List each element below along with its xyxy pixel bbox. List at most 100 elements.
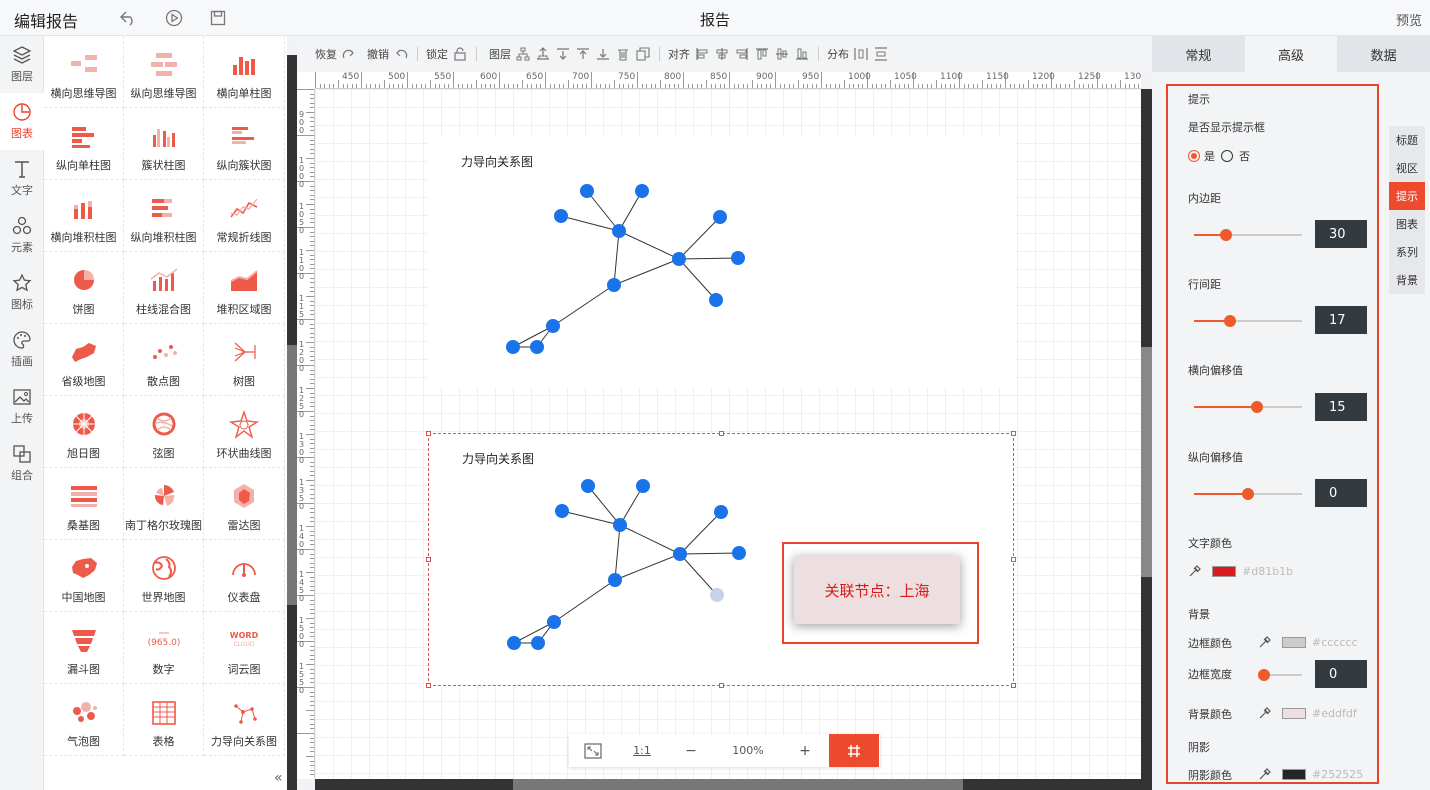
canvas-horizontal-scrollbar[interactable] [315, 779, 1152, 790]
graph-node[interactable] [580, 184, 594, 198]
graph-node[interactable] [506, 340, 520, 354]
rail-icons[interactable]: 图标 [0, 264, 44, 321]
align-hcenter-icon[interactable] [714, 46, 730, 62]
graph-node[interactable] [530, 340, 544, 354]
zoom-in-button[interactable]: + [781, 734, 829, 767]
rail-upload[interactable]: 上传 [0, 378, 44, 435]
chart-type-item[interactable]: 横向单柱图 [204, 36, 285, 108]
force-graph-chart-1[interactable]: 力导向关系图 [428, 137, 1015, 387]
distribute-v-icon[interactable] [873, 46, 889, 62]
chart-type-item[interactable]: 纵向思维导图 [124, 36, 204, 108]
graph-node[interactable] [713, 210, 727, 224]
graph-node[interactable] [554, 209, 568, 223]
chart-type-item[interactable]: 横向思维导图 [44, 36, 124, 108]
save-icon[interactable] [208, 8, 228, 28]
chart-type-item[interactable]: 漏斗图 [44, 612, 124, 684]
h-offset-input[interactable]: 15 [1315, 393, 1367, 421]
chart-type-item[interactable]: 气泡图 [44, 684, 124, 756]
chart-type-item[interactable]: 纵向堆积柱图 [124, 180, 204, 252]
grid-toggle-button[interactable] [829, 734, 879, 767]
collapse-panel-icon[interactable]: « [274, 770, 283, 786]
resize-handle[interactable] [426, 683, 431, 688]
side-tab-viewport[interactable]: 视区 [1389, 154, 1425, 182]
chart-type-item[interactable]: 纵向簇状图 [204, 108, 285, 180]
line-height-input[interactable]: 17 [1315, 306, 1367, 334]
eyedropper-icon[interactable] [1188, 564, 1202, 578]
v-offset-slider[interactable] [1194, 488, 1302, 500]
align-bottom-icon[interactable] [794, 46, 810, 62]
shadow-color-picker[interactable]: #252525 [1258, 767, 1363, 781]
graph-node[interactable] [581, 479, 595, 493]
border-color-picker[interactable]: #cccccc [1258, 635, 1358, 649]
resize-handle[interactable] [719, 431, 724, 436]
bring-up-icon[interactable] [535, 46, 551, 62]
back-icon[interactable] [118, 8, 138, 28]
graph-node[interactable] [732, 546, 746, 560]
eyedropper-icon[interactable] [1258, 635, 1272, 649]
graph-node[interactable] [635, 184, 649, 198]
graph-node[interactable] [546, 319, 560, 333]
color-swatch[interactable] [1282, 707, 1306, 719]
zoom-out-button[interactable]: − [667, 734, 715, 767]
chart-type-item[interactable]: 树图 [204, 324, 285, 396]
chart-type-item[interactable]: 仪表盘 [204, 540, 285, 612]
layer-tree-icon[interactable] [515, 46, 531, 62]
chart-type-item[interactable]: 世界地图 [124, 540, 204, 612]
v-offset-input[interactable]: 0 [1315, 479, 1367, 507]
report-canvas[interactable]: 力导向关系图 力导向关系图 关联节点：上海 [315, 89, 1141, 779]
resize-handle[interactable] [1011, 431, 1016, 436]
align-button[interactable]: 对齐 [668, 46, 690, 62]
graph-node[interactable] [531, 636, 545, 650]
chart-type-item[interactable]: 旭日图 [44, 396, 124, 468]
chart-type-item[interactable]: 常规折线图 [204, 180, 285, 252]
chart-type-item[interactable]: 饼图 [44, 252, 124, 324]
resize-handle[interactable] [1011, 683, 1016, 688]
copy-icon[interactable] [635, 46, 651, 62]
redo-icon[interactable] [341, 46, 357, 62]
graph-node[interactable] [709, 293, 723, 307]
color-swatch[interactable] [1212, 565, 1236, 577]
radio-no[interactable] [1221, 150, 1233, 162]
side-tab-tooltip[interactable]: 提示 [1389, 182, 1425, 210]
chart-type-item[interactable]: 簇状柱图 [124, 108, 204, 180]
chart-type-item[interactable]: 散点图 [124, 324, 204, 396]
delete-icon[interactable] [615, 46, 631, 62]
graph-node[interactable] [613, 518, 627, 532]
align-vcenter-icon[interactable] [774, 46, 790, 62]
chart-type-item[interactable]: WORD CLOUD 词云图 [204, 612, 285, 684]
color-swatch[interactable] [1282, 768, 1306, 780]
border-width-input[interactable]: 0 [1315, 660, 1367, 688]
bring-front-icon[interactable] [575, 46, 591, 62]
radio-yes[interactable] [1188, 150, 1200, 162]
border-width-slider[interactable] [1258, 669, 1302, 681]
play-icon[interactable] [164, 8, 184, 28]
color-swatch[interactable] [1282, 636, 1306, 648]
graph-node[interactable] [555, 504, 569, 518]
side-tab-background[interactable]: 背景 [1389, 266, 1425, 294]
preview-button[interactable]: 预览 [1396, 10, 1422, 29]
text-color-picker[interactable]: #d81b1b [1188, 564, 1293, 578]
lock-icon[interactable] [452, 46, 468, 62]
canvas-vertical-scrollbar[interactable] [1141, 89, 1152, 779]
chart-type-item[interactable]: 南丁格尔玫瑰图 [124, 468, 204, 540]
chart-type-item[interactable]: 表格 [124, 684, 204, 756]
rail-layers[interactable]: 图层 [0, 36, 44, 93]
line-height-slider[interactable] [1194, 315, 1302, 327]
rail-group[interactable]: 组合 [0, 435, 44, 492]
actual-size-button[interactable]: 1:1 [617, 734, 667, 767]
chart-type-item[interactable]: 纵向单柱图 [44, 108, 124, 180]
chart-type-item[interactable]: 堆积区域图 [204, 252, 285, 324]
tab-data[interactable]: 数据 [1337, 36, 1430, 72]
send-back-icon[interactable] [595, 46, 611, 62]
send-down-icon[interactable] [555, 46, 571, 62]
eyedropper-icon[interactable] [1258, 767, 1272, 781]
graph-node[interactable] [710, 588, 724, 602]
graph-node[interactable] [612, 224, 626, 238]
chart-type-item[interactable]: (965.0) 数字 [124, 612, 204, 684]
undo-icon[interactable] [393, 46, 409, 62]
tab-general[interactable]: 常规 [1152, 36, 1245, 72]
rail-elements[interactable]: 元素 [0, 207, 44, 264]
distribute-button[interactable]: 分布 [827, 46, 849, 62]
resize-handle[interactable] [426, 557, 431, 562]
undo-button[interactable]: 撤销 [367, 46, 389, 62]
